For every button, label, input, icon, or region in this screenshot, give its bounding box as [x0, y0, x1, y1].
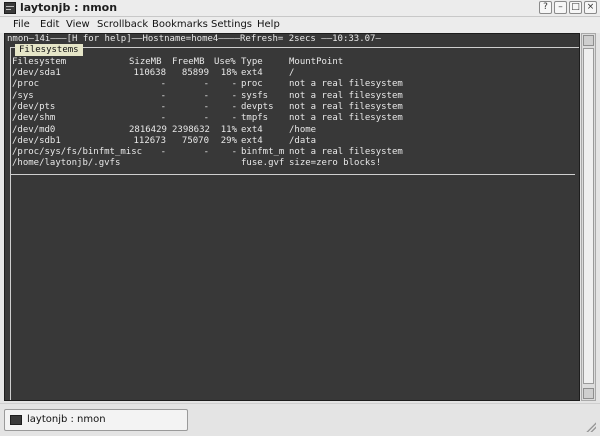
cell-mountpoint: not a real filesystem [289, 113, 403, 124]
table-row: /proc/sys/fs/binfmt_misc - - - binfmt_m not a… [12, 147, 572, 158]
cell-freemb: - [203, 90, 209, 101]
scroll-down-arrow-icon[interactable] [583, 388, 594, 399]
cell-filesystem: /dev/shm [12, 113, 56, 124]
task-label: laytonjb : nmon [27, 414, 106, 425]
terminal-view[interactable]: nmon—14i———[H for help]——Hostname=home4—… [4, 33, 580, 401]
cell-freemb: - [203, 147, 209, 158]
cell-mountpoint: /data [289, 135, 317, 146]
vertical-scrollbar[interactable] [581, 33, 596, 401]
cell-sizemb: - [160, 90, 166, 101]
table-row: /sys - - - sysfs not a real filesystem [12, 91, 572, 102]
cell-freemb: 85899 [181, 68, 209, 78]
taskbar: laytonjb : nmon [0, 403, 600, 436]
cell-filesystem: /proc [12, 79, 40, 90]
table-row: /dev/pts - - - devpts not a real filesystem [12, 102, 572, 113]
cell-type: devpts [241, 101, 274, 112]
cell-use: - [231, 147, 237, 158]
cell-filesystem: /dev/pts [12, 101, 56, 112]
col-sizemb: SizeMB [129, 57, 162, 67]
help-button[interactable]: ? [539, 1, 552, 14]
title-bar: laytonjb : nmon ? – □ × [0, 0, 600, 17]
cell-mountpoint: / [289, 68, 295, 78]
menu-file[interactable]: File [13, 17, 30, 33]
menu-view[interactable]: View [66, 17, 90, 33]
cell-sizemb: - [160, 101, 166, 112]
menu-help[interactable]: Help [257, 17, 280, 33]
cell-use: - [231, 113, 237, 124]
cell-freemb: - [203, 101, 209, 112]
table-row: /home/laytonjb/.gvfs fuse.gvf size=zero bl… [12, 158, 572, 169]
scrollbar-thumb[interactable] [583, 48, 594, 384]
minimize-button[interactable]: – [554, 1, 567, 14]
window-title: laytonjb : nmon [20, 1, 118, 14]
cell-type: proc [241, 79, 263, 90]
cell-type: binfmt_m [241, 147, 285, 158]
cell-sizemb: 2816429 [129, 124, 167, 135]
cell-type: ext4 [241, 124, 263, 135]
cell-mountpoint: not a real filesystem [289, 79, 403, 90]
cell-use: 29% [220, 135, 237, 146]
cell-mountpoint: size=zero blocks! [289, 158, 382, 169]
cell-filesystem: /home/laytonjb/.gvfs [12, 158, 121, 169]
cell-freemb: 2398632 [172, 124, 210, 135]
cell-freemb: - [203, 113, 209, 124]
menu-settings[interactable]: Settings [211, 17, 252, 33]
window-controls: ? – □ × [539, 1, 597, 14]
menu-bookmarks[interactable]: Bookmarks [152, 17, 208, 33]
cell-mountpoint: not a real filesystem [289, 101, 403, 112]
table-row: /dev/sda1 110638 85899 18% ext4 / [12, 68, 572, 79]
cell-filesystem: /dev/md0 [12, 124, 56, 135]
menu-edit[interactable]: Edit [40, 17, 59, 33]
cell-filesystem: /dev/sdb1 [12, 135, 61, 146]
cell-sizemb: - [160, 147, 166, 158]
filesystems-section-tab: Filesystems [15, 44, 83, 56]
cell-sizemb: 110638 [133, 68, 166, 78]
col-use: Use% [214, 57, 236, 67]
table-row: /dev/md0 2816429 2398632 11% ext4/home [12, 125, 572, 136]
cell-mountpoint: not a real filesystem [289, 90, 403, 101]
scroll-up-arrow-icon[interactable] [583, 35, 594, 46]
cell-use: - [231, 79, 237, 90]
cell-sizemb: - [160, 113, 166, 124]
cell-type: fuse.gvf [241, 158, 285, 169]
cell-type: ext4 [241, 68, 263, 78]
cell-mountpoint: /home [289, 124, 317, 135]
cell-type: tmpfs [241, 113, 269, 124]
table-row: /proc - - - proc not a real filesystem [12, 79, 572, 90]
terminal-icon [10, 415, 22, 425]
cell-sizemb: - [160, 79, 166, 90]
terminal-icon [4, 2, 16, 14]
col-mountpoint: MountPoint [289, 57, 344, 67]
close-button[interactable]: × [584, 1, 597, 14]
menu-scrollback[interactable]: Scrollback [97, 17, 148, 33]
col-type: Type [241, 57, 263, 67]
menu-bar: File Edit View Scrollback Bookmarks Sett… [0, 17, 600, 33]
panel-bottom-rule [11, 174, 575, 175]
maximize-button[interactable]: □ [569, 1, 582, 14]
cell-type: sysfs [241, 90, 269, 101]
task-button-nmon[interactable]: laytonjb : nmon [4, 409, 188, 431]
col-filesystem: Filesystem [12, 57, 67, 67]
col-freemb: FreeMB [172, 57, 205, 67]
resize-grip-icon[interactable] [586, 422, 596, 432]
cell-freemb: 75070 [181, 135, 209, 146]
cell-use: - [231, 101, 237, 112]
table-row: /dev/sdb1 112673 75070 29% ext4/data [12, 136, 572, 147]
cell-type: ext4 [241, 135, 263, 146]
cell-filesystem: /sys [12, 90, 34, 101]
cell-sizemb: 112673 [133, 135, 166, 146]
cell-filesystem: /proc/sys/fs/binfmt_misc [12, 147, 143, 158]
cell-use: - [231, 90, 237, 101]
cell-freemb: - [203, 79, 209, 90]
cell-mountpoint: not a real filesystem [289, 147, 403, 158]
cell-use: 11% [220, 124, 237, 135]
cell-filesystem: /dev/sda1 [12, 68, 61, 78]
cell-use: 18% [220, 68, 237, 78]
table-row: /dev/shm - - - tmpfs not a real filesystem [12, 113, 572, 124]
